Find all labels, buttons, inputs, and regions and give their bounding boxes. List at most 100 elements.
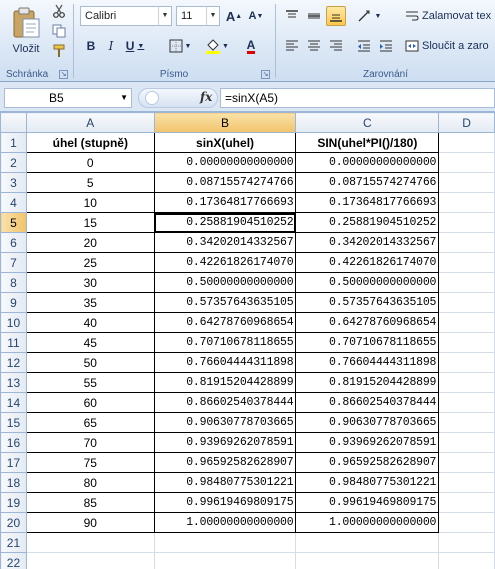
sinx-cell[interactable]: 0.25881904510252 [153,212,297,233]
row-header[interactable]: 3 [0,172,27,193]
angle-cell[interactable]: 35 [25,292,155,313]
angle-cell[interactable]: 90 [25,512,155,533]
sin-builtin-cell[interactable]: 0.08715574274766 [295,172,440,193]
empty-cell[interactable] [438,532,495,553]
sinx-cell[interactable]: 0.93969262078591 [153,432,297,453]
name-box[interactable]: B5 ▼ [4,88,132,108]
insert-function-icon[interactable]: fx [200,90,212,104]
empty-cell[interactable] [295,532,440,553]
grow-font-button[interactable]: A ▲ [224,6,244,26]
increase-indent-button[interactable] [376,36,396,56]
header-cell-angle[interactable]: úhel (stupně) [25,132,155,153]
angle-cell[interactable]: 10 [25,192,155,213]
angle-cell[interactable]: 45 [25,332,155,353]
sin-builtin-cell[interactable]: 0.64278760968654 [295,312,440,333]
row-header[interactable]: 21 [0,532,27,553]
row-header[interactable]: 10 [0,312,27,333]
sin-builtin-cell[interactable]: 0.86602540378444 [295,392,440,413]
row-header[interactable]: 4 [0,192,27,213]
row-header[interactable]: 16 [0,432,27,453]
empty-cell[interactable] [153,532,297,553]
align-right-button[interactable] [326,36,346,56]
empty-cell[interactable] [438,432,495,453]
empty-cell[interactable] [438,312,495,333]
italic-button[interactable]: I [102,36,120,56]
empty-cell[interactable] [438,392,495,413]
sinx-cell[interactable]: 0.81915204428899 [153,372,297,393]
empty-cell[interactable] [438,492,495,513]
row-header[interactable]: 5 [0,212,27,233]
empty-cell[interactable] [438,292,495,313]
angle-cell[interactable]: 40 [25,312,155,333]
sin-builtin-cell[interactable]: 0.76604444311898 [295,352,440,373]
align-bottom-button[interactable] [326,6,346,26]
empty-cell[interactable] [438,192,495,213]
sin-builtin-cell[interactable]: 0.42261826174070 [295,252,440,273]
angle-cell[interactable]: 75 [25,452,155,473]
sin-builtin-cell[interactable]: 0.57357643635105 [295,292,440,313]
row-header[interactable]: 17 [0,452,27,473]
orientation-button[interactable]: ▼ [354,6,384,26]
column-header-a[interactable]: A [25,112,155,133]
sin-builtin-cell[interactable]: 0.96592582628907 [295,452,440,473]
sinx-cell[interactable]: 0.98480775301221 [153,472,297,493]
empty-cell[interactable] [438,232,495,253]
decrease-indent-button[interactable] [354,36,374,56]
borders-button[interactable]: ▼ [166,36,194,56]
row-header[interactable]: 22 [0,552,27,569]
row-header[interactable]: 2 [0,152,27,173]
sinx-cell[interactable]: 0.17364817766693 [153,192,297,213]
sin-builtin-cell[interactable]: 0.25881904510252 [295,212,440,233]
fill-color-button[interactable]: ▼ [202,36,232,56]
empty-cell[interactable] [25,552,155,569]
align-left-button[interactable] [282,36,302,56]
shrink-font-button[interactable]: A ▼ [246,6,266,26]
empty-cell[interactable] [295,552,440,569]
wrap-text-button[interactable]: Zalamovat tex [404,6,495,26]
clipboard-dialog-launcher[interactable]: ↘ [59,70,68,79]
empty-cell[interactable] [438,152,495,173]
sin-builtin-cell[interactable]: 1.00000000000000 [295,512,440,533]
row-header[interactable]: 13 [0,372,27,393]
angle-cell[interactable]: 55 [25,372,155,393]
row-header[interactable]: 7 [0,252,27,273]
copy-button[interactable] [50,22,68,40]
row-header[interactable]: 19 [0,492,27,513]
row-header[interactable]: 20 [0,512,27,533]
sinx-cell[interactable]: 0.00000000000000 [153,152,297,173]
sinx-cell[interactable]: 0.96592582628907 [153,452,297,473]
sin-builtin-cell[interactable]: 0.98480775301221 [295,472,440,493]
angle-cell[interactable]: 60 [25,392,155,413]
sinx-cell[interactable]: 1.00000000000000 [153,512,297,533]
sin-builtin-cell[interactable]: 0.99619469809175 [295,492,440,513]
sinx-cell[interactable]: 0.64278760968654 [153,312,297,333]
align-top-button[interactable] [282,6,302,26]
empty-cell[interactable] [25,532,155,553]
empty-cell[interactable] [153,552,297,569]
angle-cell[interactable]: 0 [25,152,155,173]
font-name-dropdown[interactable]: Calibri ▼ [80,6,172,26]
angle-cell[interactable]: 50 [25,352,155,373]
angle-cell[interactable]: 70 [25,432,155,453]
angle-cell[interactable]: 30 [25,272,155,293]
cut-button[interactable] [50,2,68,20]
row-header[interactable]: 14 [0,392,27,413]
empty-cell[interactable] [438,172,495,193]
angle-cell[interactable]: 20 [25,232,155,253]
row-header[interactable]: 12 [0,352,27,373]
sinx-cell[interactable]: 0.42261826174070 [153,252,297,273]
sinx-cell[interactable]: 0.50000000000000 [153,272,297,293]
underline-button[interactable]: U ▼ [122,36,148,56]
font-size-dropdown[interactable]: 11 ▼ [176,6,220,26]
sin-builtin-cell[interactable]: 0.70710678118655 [295,332,440,353]
row-header[interactable]: 6 [0,232,27,253]
angle-cell[interactable]: 80 [25,472,155,493]
sinx-cell[interactable]: 0.57357643635105 [153,292,297,313]
empty-cell[interactable] [438,272,495,293]
angle-cell[interactable]: 25 [25,252,155,273]
row-header[interactable]: 11 [0,332,27,353]
merge-center-button[interactable]: Sloučit a zaro [404,36,495,56]
sin-builtin-cell[interactable]: 0.17364817766693 [295,192,440,213]
angle-cell[interactable]: 65 [25,412,155,433]
sinx-cell[interactable]: 0.70710678118655 [153,332,297,353]
